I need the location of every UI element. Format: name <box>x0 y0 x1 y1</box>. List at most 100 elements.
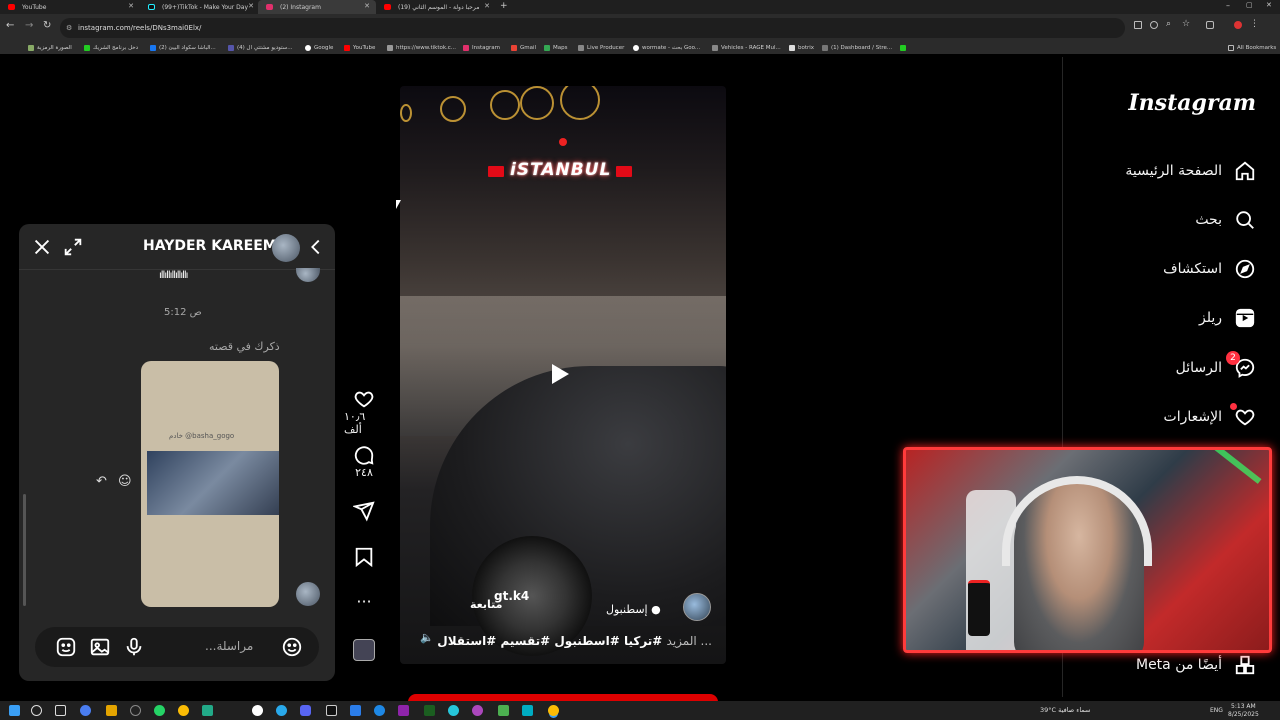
task-view-icon[interactable] <box>55 705 66 716</box>
url-field[interactable]: instagram.com/reels/DNs3mai0Elx/ <box>60 18 1125 38</box>
share-button[interactable] <box>344 500 384 522</box>
chrome-active-icon[interactable] <box>548 705 559 716</box>
expand-icon[interactable] <box>62 236 84 258</box>
bookmark-item[interactable]: Live Producer <box>578 43 624 52</box>
new-tab-button[interactable]: + <box>500 1 508 11</box>
chrome-icon[interactable] <box>178 705 189 716</box>
app-icon[interactable] <box>398 705 409 716</box>
bookmark-item[interactable]: Instagram <box>463 43 500 52</box>
tab-youtube[interactable]: YouTube ✕ <box>0 0 140 14</box>
story-mention-card[interactable]: خادم @basha_gogo <box>141 361 279 607</box>
bookmark-item[interactable]: https://www.tiktok.c... <box>387 43 456 52</box>
start-icon[interactable] <box>9 705 20 716</box>
app-icon[interactable] <box>448 705 459 716</box>
chat-contact-name[interactable]: HAYDER KAREEM <box>143 238 277 254</box>
reel-author-avatar[interactable] <box>683 593 711 621</box>
chat-contact-avatar[interactable] <box>272 234 300 262</box>
close-icon[interactable]: ✕ <box>128 2 134 10</box>
bookmark-item[interactable]: botrix <box>789 43 814 52</box>
tab-youtube-2[interactable]: (19) مرحبا دولة - الموسم الثاني ✕ <box>376 0 496 14</box>
close-icon[interactable]: ✕ <box>364 2 370 10</box>
close-icon[interactable] <box>31 236 53 258</box>
follow-button[interactable]: متابعة <box>470 598 502 611</box>
search-icon[interactable] <box>31 705 42 716</box>
app-icon[interactable] <box>326 705 337 716</box>
bookmark-item[interactable] <box>900 43 909 52</box>
bookmark-item[interactable]: Maps <box>544 43 567 52</box>
maximize-button[interactable]: ▢ <box>1246 1 1253 9</box>
app-icon[interactable] <box>472 705 483 716</box>
clock[interactable]: 5:13 AM 8/25/2025 <box>1228 703 1259 719</box>
volume-icon[interactable]: 🔈 <box>420 631 434 644</box>
back-icon[interactable]: ← <box>6 20 14 31</box>
bookmark-item[interactable]: (4) ستوديو مشتتي ال... <box>228 43 293 52</box>
more-options-button[interactable]: ··· <box>344 592 384 611</box>
tab-instagram[interactable]: (2) Instagram ✕ <box>258 0 376 14</box>
microphone-icon[interactable] <box>123 636 145 658</box>
audio-thumbnail[interactable] <box>353 639 375 661</box>
bookmark-item[interactable]: Vehicles - RAGE Mul... <box>712 43 781 52</box>
app-icon[interactable] <box>252 705 263 716</box>
like-button[interactable]: ١٠٫٦ ألف <box>344 388 384 436</box>
nav-home[interactable]: الصفحة الرئيسية <box>1125 159 1256 183</box>
close-window-button[interactable]: ✕ <box>1266 1 1272 9</box>
bookmark-item[interactable]: wormate - بحث Goo... <box>633 43 700 52</box>
telegram-icon[interactable] <box>276 705 287 716</box>
more-link[interactable]: ... المزيد <box>667 634 712 648</box>
voice-message-waveform[interactable]: ıllıllıllıllıllı <box>159 270 188 281</box>
bookmark-item[interactable]: (2) الباشا سكواد البيئ... <box>150 43 216 52</box>
sticker-icon[interactable] <box>55 636 77 658</box>
bookmark-item[interactable]: دخل برنامج الشريك <box>84 43 138 52</box>
app-icon[interactable] <box>522 705 533 716</box>
chat-scrollbar[interactable] <box>23 494 26 606</box>
menu-icon[interactable]: ⋮ <box>1250 19 1259 29</box>
bookmark-item[interactable]: YouTube <box>344 43 375 52</box>
cast-icon[interactable] <box>1134 21 1142 29</box>
reply-icon[interactable]: ↶ <box>96 474 107 489</box>
whatsapp-icon[interactable] <box>154 705 165 716</box>
app-icon[interactable] <box>374 705 385 716</box>
bookmark-item[interactable]: الصورة الرمزية <box>28 43 72 52</box>
lens-icon[interactable] <box>1150 21 1158 29</box>
image-icon[interactable] <box>89 636 111 658</box>
message-input[interactable]: مراسلة... <box>205 639 253 653</box>
emoji-icon[interactable] <box>281 636 303 658</box>
nav-messages[interactable]: 2 الرسائل <box>1176 351 1256 380</box>
minimize-button[interactable]: – <box>1226 1 1230 10</box>
nav-explore[interactable]: استكشاف <box>1163 257 1256 281</box>
play-icon[interactable] <box>552 364 569 384</box>
comment-button[interactable]: ٢٤٨ <box>344 444 384 479</box>
app-icon[interactable] <box>350 705 361 716</box>
also-from-meta[interactable]: أيضًا من Meta <box>1136 654 1256 676</box>
close-icon[interactable]: ✕ <box>484 2 490 10</box>
language-indicator[interactable]: ENG <box>1210 707 1223 714</box>
reel-video[interactable]: iSTANBUL ● إسطنبول gt.k4 متابعة ... المز… <box>400 86 726 664</box>
all-bookmarks[interactable]: All Bookmarks <box>1228 43 1276 52</box>
copilot-icon[interactable] <box>80 705 91 716</box>
app-icon[interactable] <box>498 705 509 716</box>
app-icon[interactable] <box>424 705 435 716</box>
folder-icon[interactable] <box>106 705 117 716</box>
bookmark-item[interactable]: (1) Dashboard / Stre... <box>822 43 892 52</box>
weather-widget[interactable]: 39°C سماء صافية <box>1040 706 1091 714</box>
app-icon[interactable] <box>202 705 213 716</box>
close-icon[interactable]: ✕ <box>248 2 254 10</box>
chevron-left-icon[interactable] <box>305 236 327 258</box>
bookmark-item[interactable]: Google <box>305 43 333 52</box>
zoom-icon[interactable]: ⌕ <box>1166 19 1171 29</box>
save-button[interactable] <box>344 546 384 568</box>
bookmark-item[interactable]: Gmail <box>511 43 536 52</box>
nav-reels[interactable]: ريلز <box>1199 306 1256 330</box>
reload-icon[interactable]: ↻ <box>43 20 51 31</box>
discord-icon[interactable] <box>300 705 311 716</box>
instagram-logo[interactable]: Instagram <box>1128 90 1256 116</box>
bookmark-star-icon[interactable]: ☆ <box>1182 19 1190 29</box>
tab-tiktok[interactable]: (99+)TikTok - Make Your Day ✕ <box>140 0 260 14</box>
obs-icon[interactable] <box>130 705 141 716</box>
nav-notifications[interactable]: الإشعارات <box>1164 403 1256 429</box>
nav-search[interactable]: بحث <box>1195 208 1256 232</box>
site-info-icon[interactable]: ⚙ <box>66 24 72 32</box>
profile-avatar[interactable] <box>1234 21 1242 29</box>
forward-icon[interactable]: → <box>25 20 33 31</box>
extensions-icon[interactable] <box>1206 21 1214 29</box>
